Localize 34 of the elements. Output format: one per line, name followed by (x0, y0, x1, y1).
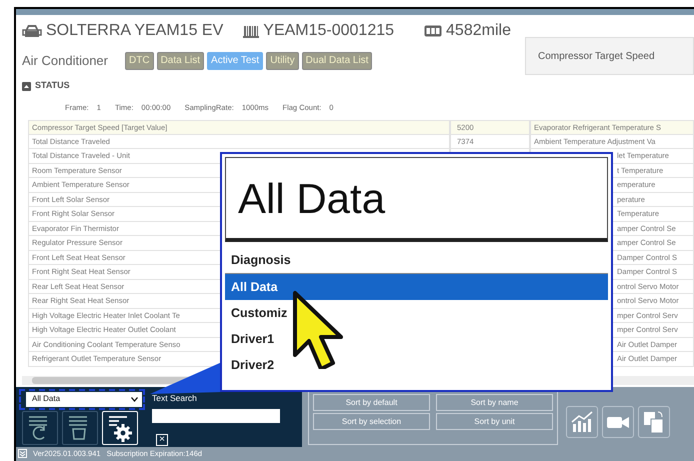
tab[interactable]: Data List (156, 52, 204, 70)
dropdown-option[interactable]: All Data (225, 274, 608, 300)
collapse-icon (22, 82, 31, 90)
system-name: Air Conditioner (22, 52, 108, 70)
sort-button[interactable]: Sort by default (313, 394, 430, 410)
export-button[interactable] (638, 406, 670, 438)
caret-icon (131, 396, 138, 402)
barcode-icon (243, 23, 260, 39)
vehicle-name: SOLTERRA YEAM15 EV (46, 21, 224, 41)
sort-button[interactable]: Sort by unit (436, 412, 553, 430)
mileage: 4582mile (446, 21, 511, 41)
sort-button[interactable]: Sort by selection (313, 412, 430, 430)
chart-icon (570, 410, 594, 434)
tab[interactable]: Active Test (207, 52, 264, 70)
sort-button[interactable]: Sort by name (436, 394, 553, 410)
section-title: STATUS (35, 79, 70, 92)
callout-pointer (150, 362, 222, 396)
delete-tool-button[interactable] (62, 410, 98, 444)
tab[interactable]: Utility (266, 52, 299, 70)
tab[interactable]: DTC (125, 52, 154, 70)
selected-value-display: All Data (225, 157, 608, 242)
text-search-field[interactable] (152, 409, 280, 424)
clear-button[interactable]: × (156, 434, 168, 446)
expand-icon (18, 449, 27, 458)
target-speed-panel: Compressor Target Speed (524, 37, 694, 75)
settings-tool-button[interactable] (102, 410, 138, 444)
odometer-icon (424, 25, 442, 37)
car-icon (22, 23, 42, 39)
camera-button[interactable] (602, 406, 634, 438)
search-label: Text Search (152, 392, 198, 404)
vin-number: YEAM15-0001215 (263, 21, 394, 41)
tab[interactable]: Dual Data List (302, 52, 372, 70)
refresh-tool-button[interactable] (22, 410, 58, 444)
chart-button[interactable] (566, 406, 598, 438)
